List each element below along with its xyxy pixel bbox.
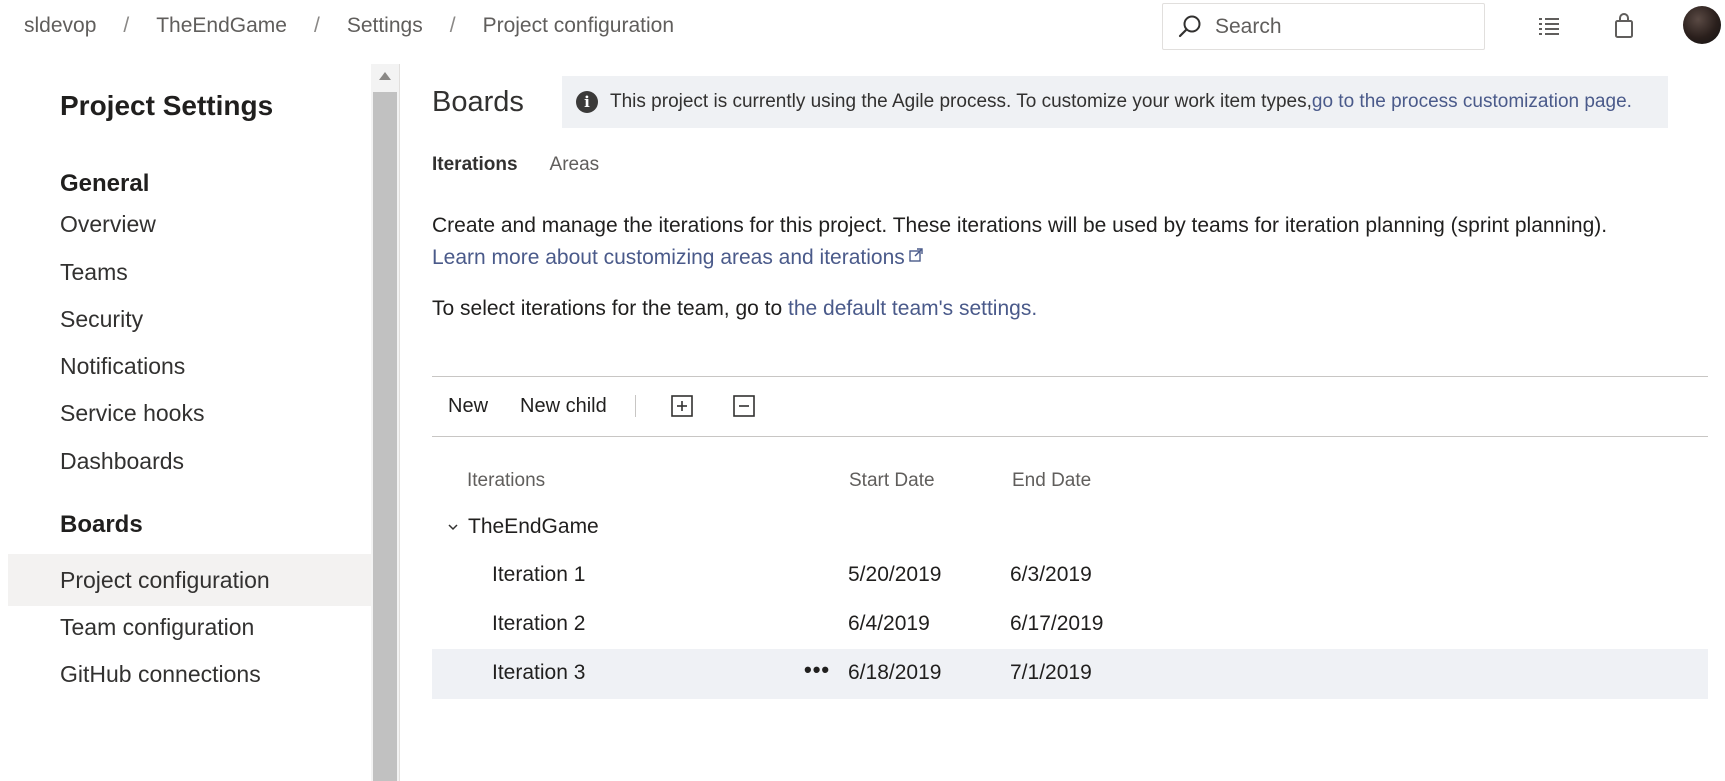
table-row[interactable]: Iteration 2 6/4/2019 6/17/2019 — [432, 600, 1708, 650]
sidebar-item-notifications[interactable]: Notifications — [8, 340, 371, 392]
iteration-end-date: 6/17/2019 — [1010, 612, 1104, 635]
collapse-all-icon[interactable] — [732, 394, 756, 418]
breadcrumb-settings[interactable]: Settings — [347, 14, 423, 38]
scrollbar-thumb[interactable] — [373, 92, 397, 781]
process-info-banner: i This project is currently using the Ag… — [562, 76, 1668, 128]
breadcrumb-current-page[interactable]: Project configuration — [483, 14, 674, 38]
chevron-down-icon[interactable] — [446, 520, 460, 534]
sidebar-section-boards: Boards — [60, 511, 143, 538]
iteration-start-date: 6/4/2019 — [848, 612, 930, 635]
default-team-settings-link[interactable]: the default team's settings. — [788, 297, 1037, 320]
sidebar-section-general: General — [60, 170, 150, 197]
breadcrumb: sldevop / TheEndGame / Settings / Projec… — [24, 14, 674, 38]
iteration-name: Iteration 2 — [492, 612, 586, 635]
breadcrumb-project[interactable]: TheEndGame — [156, 14, 287, 38]
learn-more-link[interactable]: Learn more about customizing areas and i… — [432, 246, 905, 269]
toolbar-separator — [634, 395, 636, 417]
iterations-description: Create and manage the iterations for thi… — [432, 210, 1632, 274]
iteration-start-date: 6/18/2019 — [848, 661, 942, 684]
task-list-icon[interactable] — [1535, 12, 1563, 40]
toolbar-bottom-divider — [432, 436, 1708, 437]
iteration-start-date: 5/20/2019 — [848, 563, 942, 586]
sidebar-item-service-hooks[interactable]: Service hooks — [8, 387, 371, 439]
new-child-button[interactable]: New child — [504, 395, 623, 418]
tab-iterations[interactable]: Iterations — [432, 154, 518, 176]
sidebar-item-github-connections[interactable]: GitHub connections — [8, 648, 371, 700]
tree-root-row[interactable]: TheEndGame — [432, 502, 1708, 552]
team-settings-note: To select iterations for the team, go to… — [432, 297, 1037, 321]
sidebar-item-teams[interactable]: Teams — [8, 246, 371, 298]
tree-root-label: TheEndGame — [468, 515, 599, 538]
iterations-toolbar: New New child — [432, 376, 776, 436]
scroll-up-arrow-icon[interactable] — [379, 72, 391, 80]
iteration-name: Iteration 3 — [492, 661, 586, 684]
shopping-bag-icon[interactable] — [1610, 12, 1638, 40]
table-row-selected[interactable]: Iteration 3 ••• 6/18/2019 7/1/2019 — [432, 649, 1708, 699]
external-link-icon — [909, 248, 923, 262]
column-header-iterations[interactable]: Iterations — [467, 470, 545, 492]
search-placeholder: Search — [1215, 14, 1282, 38]
column-header-end-date[interactable]: End Date — [1012, 470, 1091, 492]
sidebar-item-security[interactable]: Security — [8, 293, 371, 345]
search-box[interactable]: Search — [1162, 3, 1485, 50]
tab-areas[interactable]: Areas — [550, 154, 600, 176]
sidebar-divider — [399, 64, 400, 781]
sidebar-item-overview[interactable]: Overview — [8, 198, 371, 250]
table-row[interactable]: Iteration 1 5/20/2019 6/3/2019 — [432, 551, 1708, 601]
new-button[interactable]: New — [432, 395, 504, 418]
info-icon: i — [576, 91, 598, 113]
search-icon — [1178, 15, 1201, 37]
more-actions-button[interactable]: ••• — [804, 657, 830, 683]
sidebar-scrollbar[interactable] — [371, 64, 399, 781]
breadcrumb-organization[interactable]: sldevop — [24, 14, 96, 38]
tab-bar: Iterations Areas — [432, 154, 631, 176]
page-title: Boards — [432, 86, 524, 118]
iteration-end-date: 7/1/2019 — [1010, 661, 1092, 684]
sidebar: Project Settings General Overview Teams … — [8, 64, 371, 781]
avatar[interactable] — [1683, 6, 1721, 44]
info-text: This project is currently using the Agil… — [610, 91, 1312, 112]
description-text: Create and manage the iterations for thi… — [432, 214, 1608, 237]
iteration-name: Iteration 1 — [492, 563, 586, 586]
sidebar-item-project-configuration[interactable]: Project configuration — [8, 554, 371, 606]
breadcrumb-separator: / — [123, 14, 130, 37]
top-bar: sldevop / TheEndGame / Settings / Projec… — [0, 0, 1725, 58]
sidebar-item-team-configuration[interactable]: Team configuration — [8, 601, 371, 653]
process-customization-link[interactable]: go to the process customization page. — [1312, 91, 1632, 113]
expand-all-icon[interactable] — [670, 394, 694, 418]
iteration-end-date: 6/3/2019 — [1010, 563, 1092, 586]
team-note-text: To select iterations for the team, go to — [432, 297, 789, 320]
sidebar-item-dashboards[interactable]: Dashboards — [8, 435, 371, 487]
column-header-start-date[interactable]: Start Date — [849, 470, 935, 492]
breadcrumb-separator: / — [313, 14, 320, 37]
sidebar-title: Project Settings — [60, 90, 274, 121]
breadcrumb-separator: / — [449, 14, 456, 37]
